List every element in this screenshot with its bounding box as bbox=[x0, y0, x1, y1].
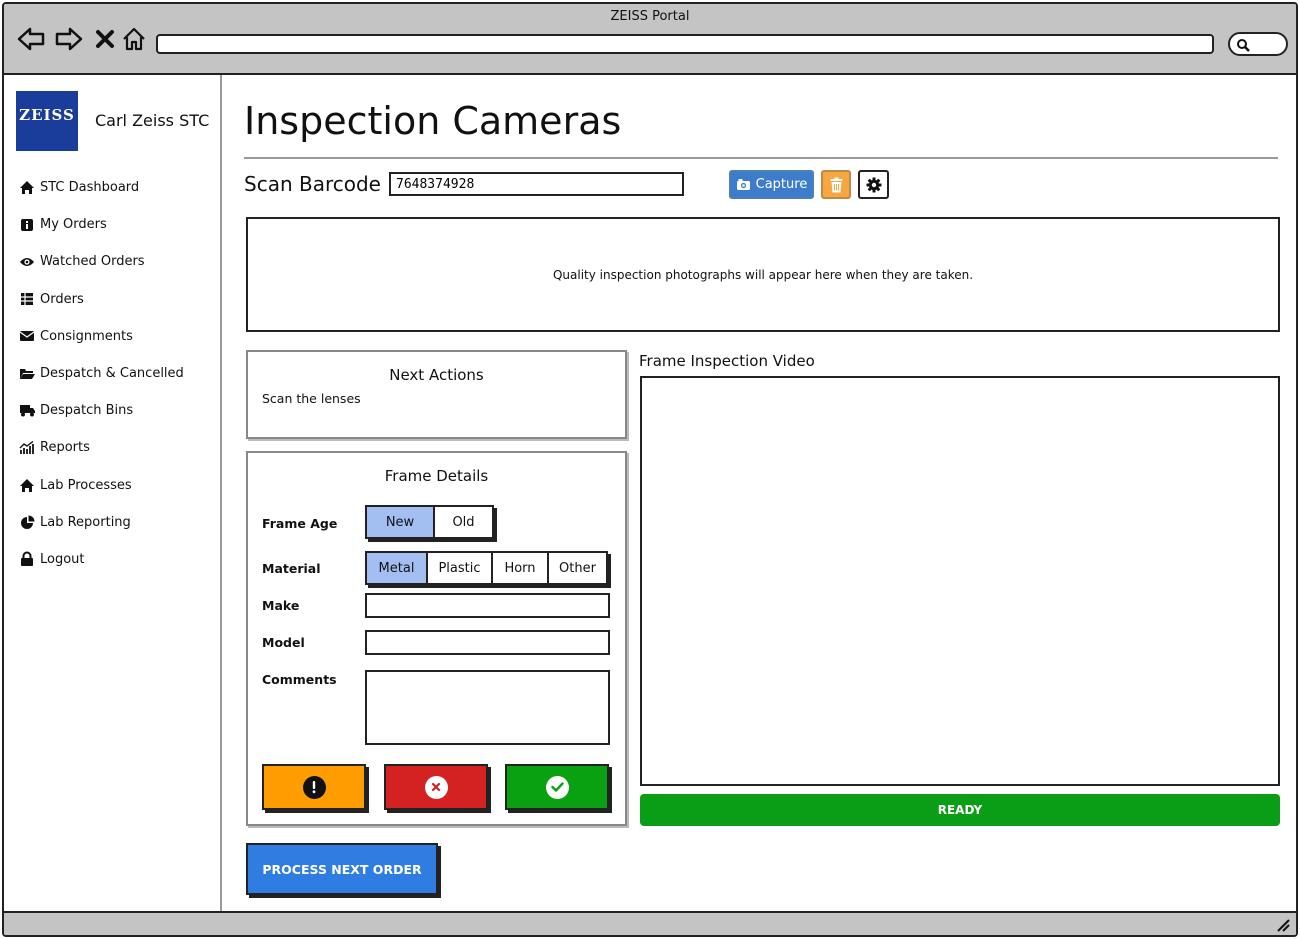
next-actions-panel: Next Actions Scan the lenses bbox=[246, 350, 627, 439]
sidebar-item-label: Lab Processes bbox=[40, 477, 132, 493]
frame-age-label: Frame Age bbox=[262, 516, 338, 531]
truck-icon bbox=[18, 403, 36, 419]
sidebar-item-despatch-cancelled[interactable]: Despatch & Cancelled bbox=[18, 355, 218, 392]
sidebar-item-logout[interactable]: Logout bbox=[18, 541, 218, 578]
warning-button[interactable] bbox=[262, 764, 366, 810]
model-field[interactable] bbox=[365, 630, 610, 655]
browser-statusbar bbox=[4, 911, 1296, 935]
frame-age-option-new[interactable]: New bbox=[367, 507, 435, 537]
barcode-input[interactable] bbox=[389, 172, 684, 196]
home-icon bbox=[18, 477, 36, 493]
sidebar-item-consignments[interactable]: Consignments bbox=[18, 318, 218, 355]
sidebar-item-lab-reporting[interactable]: Lab Reporting bbox=[18, 504, 218, 541]
exclamation-icon bbox=[302, 775, 326, 799]
sidebar-item-watched-orders[interactable]: Watched Orders bbox=[18, 243, 218, 280]
capture-label: Capture bbox=[755, 177, 808, 192]
brand-name: Carl Zeiss STC bbox=[95, 111, 210, 130]
search-icon bbox=[1237, 39, 1250, 52]
sidebar-item-label: STC Dashboard bbox=[40, 180, 140, 196]
photo-placeholder-text: Quality inspection photographs will appe… bbox=[552, 267, 974, 282]
sidebar-item-label: Watched Orders bbox=[40, 254, 145, 270]
check-icon bbox=[545, 775, 569, 799]
close-icon bbox=[424, 775, 448, 799]
video-area bbox=[640, 376, 1280, 786]
gear-icon bbox=[866, 177, 881, 192]
window-title: ZEISS Portal bbox=[610, 9, 690, 24]
brand: ZEISS Carl Zeiss STC bbox=[16, 91, 216, 151]
sidebar-item-label: Reports bbox=[40, 440, 90, 456]
photo-area: Quality inspection photographs will appe… bbox=[246, 217, 1280, 332]
make-label: Make bbox=[262, 598, 300, 613]
chart-icon bbox=[18, 440, 36, 456]
sidebar-item-label: My Orders bbox=[40, 217, 107, 233]
browser-window: ZEISS Portal ZEISS Carl Zeiss STC STC Da… bbox=[2, 2, 1298, 937]
sidebar-item-label: Orders bbox=[40, 291, 84, 307]
zeiss-logo[interactable]: ZEISS bbox=[16, 91, 78, 151]
sidebar-item-label: Despatch Bins bbox=[40, 403, 134, 419]
sidebar-item-lab-processes[interactable]: Lab Processes bbox=[18, 467, 218, 504]
forward-icon[interactable] bbox=[54, 24, 84, 54]
video-label: Frame Inspection Video bbox=[639, 352, 815, 370]
sidebar-nav: STC Dashboard My Orders Watched Orders O… bbox=[18, 169, 218, 578]
eye-icon bbox=[18, 254, 36, 270]
sidebar-item-label: Consignments bbox=[40, 328, 133, 344]
material-option-horn[interactable]: Horn bbox=[493, 553, 549, 583]
browser-titlebar: ZEISS Portal bbox=[4, 4, 1296, 75]
delete-button[interactable] bbox=[821, 170, 851, 199]
envelope-icon bbox=[18, 328, 36, 344]
logo-text: ZEISS bbox=[19, 106, 75, 124]
sidebar-item-despatch-bins[interactable]: Despatch Bins bbox=[18, 392, 218, 429]
sidebar-item-label: Logout bbox=[40, 551, 85, 567]
url-bar[interactable] bbox=[156, 34, 1214, 54]
frame-age-toggle: New Old bbox=[365, 505, 494, 539]
material-option-plastic[interactable]: Plastic bbox=[428, 553, 493, 583]
camera-icon bbox=[736, 179, 750, 190]
folder-icon bbox=[18, 366, 36, 382]
material-label: Material bbox=[262, 561, 321, 576]
trash-icon bbox=[830, 177, 842, 192]
accept-button[interactable] bbox=[505, 764, 609, 810]
frame-details-title: Frame Details bbox=[384, 467, 489, 485]
reject-button[interactable] bbox=[384, 764, 488, 810]
main-content: Inspection Cameras Scan Barcode Capture … bbox=[224, 75, 1296, 913]
comments-label: Comments bbox=[262, 672, 337, 687]
lock-icon bbox=[18, 551, 36, 567]
material-option-metal[interactable]: Metal bbox=[367, 553, 428, 583]
frame-age-option-old[interactable]: Old bbox=[435, 507, 492, 537]
home-icon[interactable] bbox=[119, 24, 149, 54]
frame-details-panel: Frame Details Frame Age New Old Material… bbox=[246, 451, 627, 826]
next-actions-text: Scan the lenses bbox=[262, 391, 361, 406]
sidebar-item-stc-dashboard[interactable]: STC Dashboard bbox=[18, 169, 218, 206]
sidebar-item-label: Lab Reporting bbox=[40, 514, 131, 530]
stop-icon[interactable] bbox=[90, 24, 120, 54]
sidebar-item-label: Despatch & Cancelled bbox=[40, 366, 184, 382]
title-divider bbox=[244, 157, 1278, 159]
sidebar-item-reports[interactable]: Reports bbox=[18, 429, 218, 466]
browser-search-box[interactable] bbox=[1228, 32, 1288, 56]
scan-barcode-label: Scan Barcode bbox=[244, 172, 381, 196]
info-icon bbox=[18, 217, 36, 233]
material-option-other[interactable]: Other bbox=[549, 553, 606, 583]
resize-grip-icon[interactable] bbox=[1276, 918, 1290, 932]
sidebar-item-my-orders[interactable]: My Orders bbox=[18, 206, 218, 243]
ready-status-bar: READY bbox=[640, 794, 1280, 826]
sidebar-item-orders[interactable]: Orders bbox=[18, 281, 218, 318]
home-icon bbox=[18, 180, 36, 196]
capture-button[interactable]: Capture bbox=[729, 170, 814, 199]
model-label: Model bbox=[262, 635, 305, 650]
material-toggle: Metal Plastic Horn Other bbox=[365, 551, 608, 585]
process-next-order-button[interactable]: PROCESS NEXT ORDER bbox=[246, 843, 438, 895]
make-field[interactable] bbox=[365, 593, 610, 618]
next-actions-title: Next Actions bbox=[389, 366, 484, 384]
settings-button[interactable] bbox=[858, 170, 889, 199]
comments-field[interactable] bbox=[365, 670, 610, 745]
sidebar: ZEISS Carl Zeiss STC STC Dashboard My Or… bbox=[4, 75, 222, 913]
list-icon bbox=[18, 291, 36, 307]
back-icon[interactable] bbox=[16, 24, 46, 54]
page-title: Inspection Cameras bbox=[244, 99, 622, 143]
pie-chart-icon bbox=[18, 514, 36, 530]
